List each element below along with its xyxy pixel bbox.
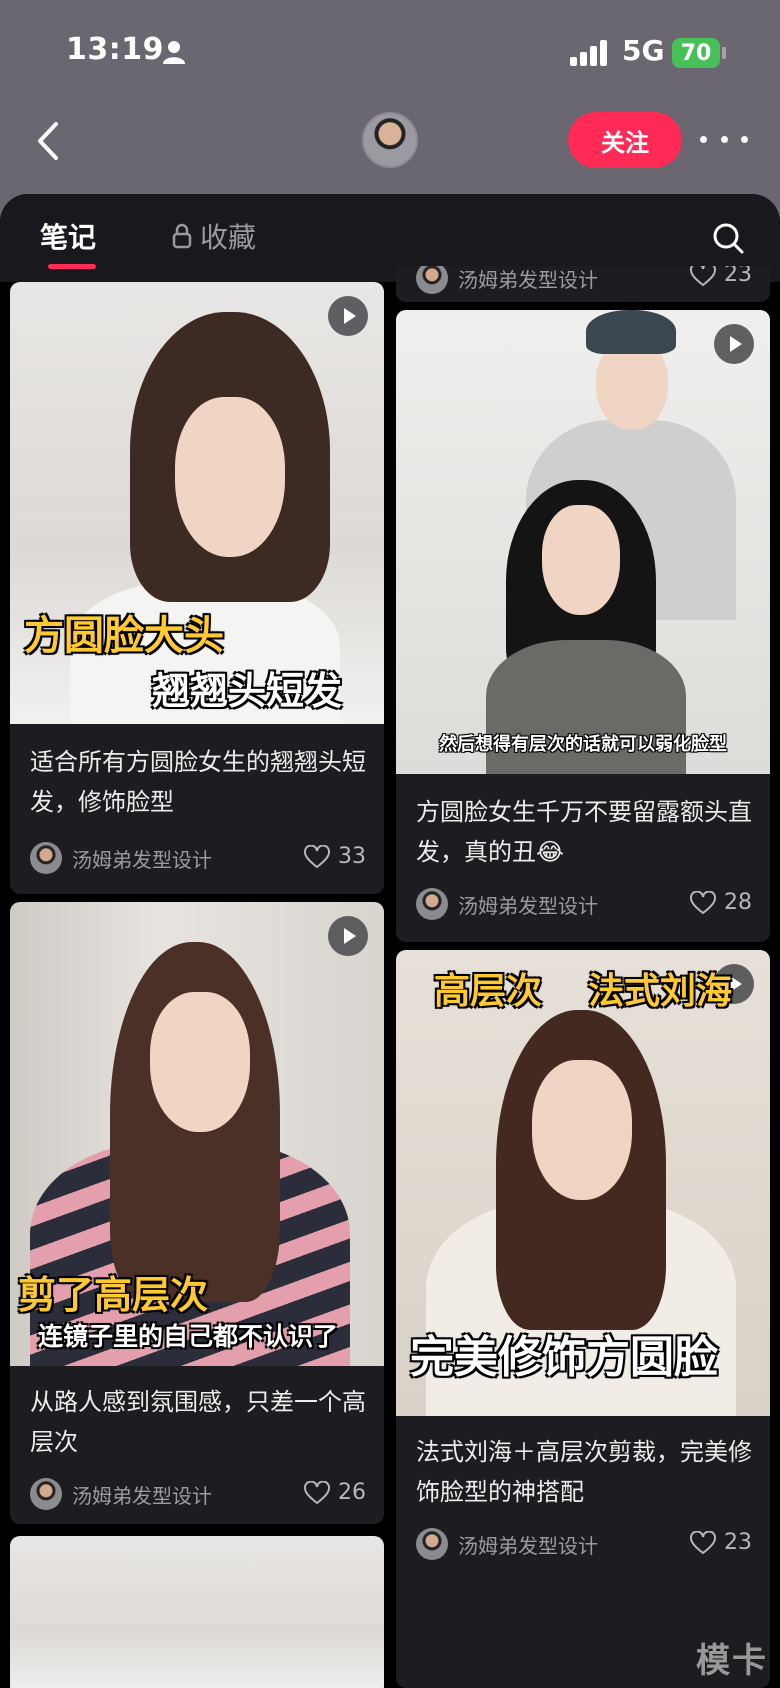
image-overlay-text: 高层次 (434, 971, 543, 1012)
image-overlay-text: 方圆脸大头 (24, 613, 224, 659)
heart-icon (690, 890, 716, 914)
image-overlay-text: 剪了高层次 (18, 1273, 209, 1317)
card-image: 剪了高层次 连镜子里的自己都不认识了 (10, 902, 384, 1366)
image-overlay-text: 翘翘头短发 (152, 669, 343, 713)
like-count-value: 26 (338, 1480, 366, 1505)
author-name: 汤姆弟发型设计 (458, 893, 598, 918)
follow-button[interactable]: 关注 (568, 112, 682, 168)
nav-bar: 关注 (0, 100, 780, 192)
like-count[interactable]: 23 (690, 266, 752, 287)
like-count[interactable]: 28 (690, 890, 752, 915)
more-dots-icon[interactable] (700, 124, 748, 154)
card-title: 方圆脸女生千万不要留露额头直发，真的丑😂 (416, 798, 752, 866)
image-overlay-text: 连镜子里的自己都不认识了 (38, 1322, 339, 1351)
face-shape (542, 505, 620, 615)
card-image: 然后想得有层次的话就可以弱化脸型 (396, 310, 770, 774)
author-avatar (416, 888, 448, 920)
status-bar: 13:19 5G 70 (0, 0, 780, 100)
watermark: 模卡 (696, 1641, 768, 1681)
tab-favorites-label: 收藏 (200, 221, 257, 254)
tab-notes[interactable]: 笔记 (40, 216, 96, 256)
author-avatar (30, 1478, 62, 1510)
card-author: 汤姆弟发型设计 (30, 842, 212, 874)
card-title: 从路人感到氛围感，只差一个高层次 (30, 1388, 366, 1456)
image-overlay-text: 法式刘海 (588, 971, 733, 1012)
cap-shape (586, 310, 676, 354)
author-name: 汤姆弟发型设计 (458, 267, 598, 292)
card-author: 汤姆弟发型设计 (416, 1528, 598, 1560)
lock-icon (172, 223, 192, 249)
profile-avatar[interactable] (362, 112, 418, 168)
chevron-left-icon[interactable] (32, 118, 66, 164)
like-count-value: 28 (724, 890, 752, 915)
status-time: 13:19 (66, 32, 164, 67)
like-count-value: 23 (724, 266, 752, 287)
like-count-value: 23 (724, 1530, 752, 1555)
image-caption: 然后想得有层次的话就可以弱化脸型 (439, 734, 727, 755)
card-image: 方圆脸大头 翘翘头短发 (10, 282, 384, 724)
face-shape (150, 992, 250, 1132)
content-panel: 笔记 收藏 汤姆弟发型设计 23 方圆脸大头 翘翘头短发 适合所有方圆脸女生的翘… (0, 194, 780, 1688)
card-author: 汤姆弟发型设计 (416, 266, 598, 294)
card-author: 汤姆弟发型设计 (30, 1478, 212, 1510)
face-shape (532, 1060, 632, 1200)
signal-icon (570, 40, 607, 66)
author-name: 汤姆弟发型设计 (72, 1483, 212, 1508)
author-avatar (416, 266, 448, 294)
like-count[interactable]: 33 (304, 844, 366, 869)
play-icon (714, 324, 754, 364)
like-count[interactable]: 23 (690, 1530, 752, 1555)
battery-indicator: 70 (672, 38, 720, 68)
note-card[interactable]: 高层次 法式刘海 完美修饰方圆脸 法式刘海＋高层次剪裁，完美修饰脸型的神搭配 汤… (396, 950, 770, 1688)
heart-icon (690, 266, 716, 286)
note-card-partial[interactable]: 汤姆弟发型设计 23 (396, 266, 770, 302)
heart-icon (690, 1530, 716, 1554)
tab-active-indicator (48, 264, 96, 269)
heart-icon (304, 1480, 330, 1504)
author-avatar (30, 842, 62, 874)
network-type: 5G (622, 34, 665, 67)
card-author: 汤姆弟发型设计 (416, 888, 598, 920)
card-title: 法式刘海＋高层次剪裁，完美修饰脸型的神搭配 (416, 1438, 752, 1506)
author-name: 汤姆弟发型设计 (458, 1533, 598, 1558)
note-card-partial[interactable] (10, 1536, 384, 1688)
heart-icon (304, 844, 330, 868)
author-name: 汤姆弟发型设计 (72, 847, 212, 872)
like-count[interactable]: 26 (304, 1480, 366, 1505)
like-count-value: 33 (338, 844, 366, 869)
image-overlay-text: 完美修饰方圆脸 (410, 1332, 718, 1383)
face-shape (175, 397, 285, 557)
battery-tip (722, 47, 726, 59)
card-image (10, 1536, 384, 1688)
play-icon (328, 916, 368, 956)
note-card[interactable]: 剪了高层次 连镜子里的自己都不认识了 从路人感到氛围感，只差一个高层次 汤姆弟发… (10, 902, 384, 1524)
note-card[interactable]: 方圆脸大头 翘翘头短发 适合所有方圆脸女生的翘翘头短发，修饰脸型 汤姆弟发型设计… (10, 282, 384, 894)
author-avatar (416, 1528, 448, 1560)
person-icon (163, 41, 185, 64)
tab-favorites[interactable]: 收藏 (172, 216, 256, 256)
play-icon (328, 296, 368, 336)
search-icon[interactable] (712, 222, 744, 254)
note-card[interactable]: 然后想得有层次的话就可以弱化脸型 方圆脸女生千万不要留露额头直发，真的丑😂 汤姆… (396, 310, 770, 942)
card-image: 高层次 法式刘海 完美修饰方圆脸 (396, 950, 770, 1416)
card-title: 适合所有方圆脸女生的翘翘头短发，修饰脸型 (30, 748, 366, 816)
